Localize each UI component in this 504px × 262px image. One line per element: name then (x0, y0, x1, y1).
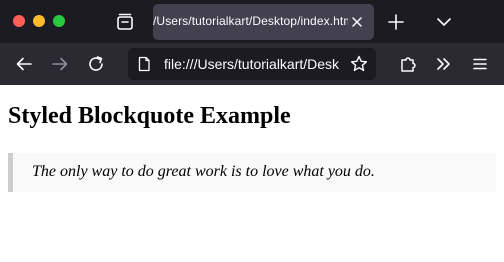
plus-icon[interactable] (386, 12, 406, 32)
window-close-button[interactable] (13, 15, 25, 27)
address-bar[interactable]: file:///Users/tutorialkart/Desktop/index… (128, 48, 376, 80)
arrow-left-icon[interactable] (14, 54, 34, 74)
tab-title: /Users/tutorialkart/Desktop/index.html (153, 14, 348, 28)
reload-icon[interactable] (86, 54, 106, 74)
chevron-down-icon[interactable] (434, 12, 454, 32)
arrow-right-icon[interactable] (50, 54, 70, 74)
hamburger-icon[interactable] (470, 54, 490, 74)
page-icon[interactable] (136, 56, 152, 72)
page-content: Styled Blockquote Example The only way t… (0, 85, 504, 262)
star-icon[interactable] (349, 54, 369, 74)
window-zoom-button[interactable] (53, 15, 65, 27)
page-title: Styled Blockquote Example (8, 103, 291, 129)
tab-bar: /Users/tutorialkart/Desktop/index.html (0, 0, 504, 43)
url-text[interactable]: file:///Users/tutorialkart/Desktop/index… (164, 56, 339, 72)
blockquote-text: The only way to do great work is to love… (32, 163, 375, 180)
navigation-toolbar: file:///Users/tutorialkart/Desktop/index… (0, 43, 504, 85)
window-minimize-button[interactable] (33, 15, 45, 27)
tab-manager-icon[interactable] (114, 11, 136, 33)
close-icon[interactable] (348, 13, 366, 31)
double-chevron-icon[interactable] (434, 54, 454, 74)
puzzle-icon[interactable] (398, 54, 418, 74)
tab-active[interactable]: /Users/tutorialkart/Desktop/index.html (153, 4, 374, 40)
blockquote: The only way to do great work is to love… (8, 153, 496, 192)
